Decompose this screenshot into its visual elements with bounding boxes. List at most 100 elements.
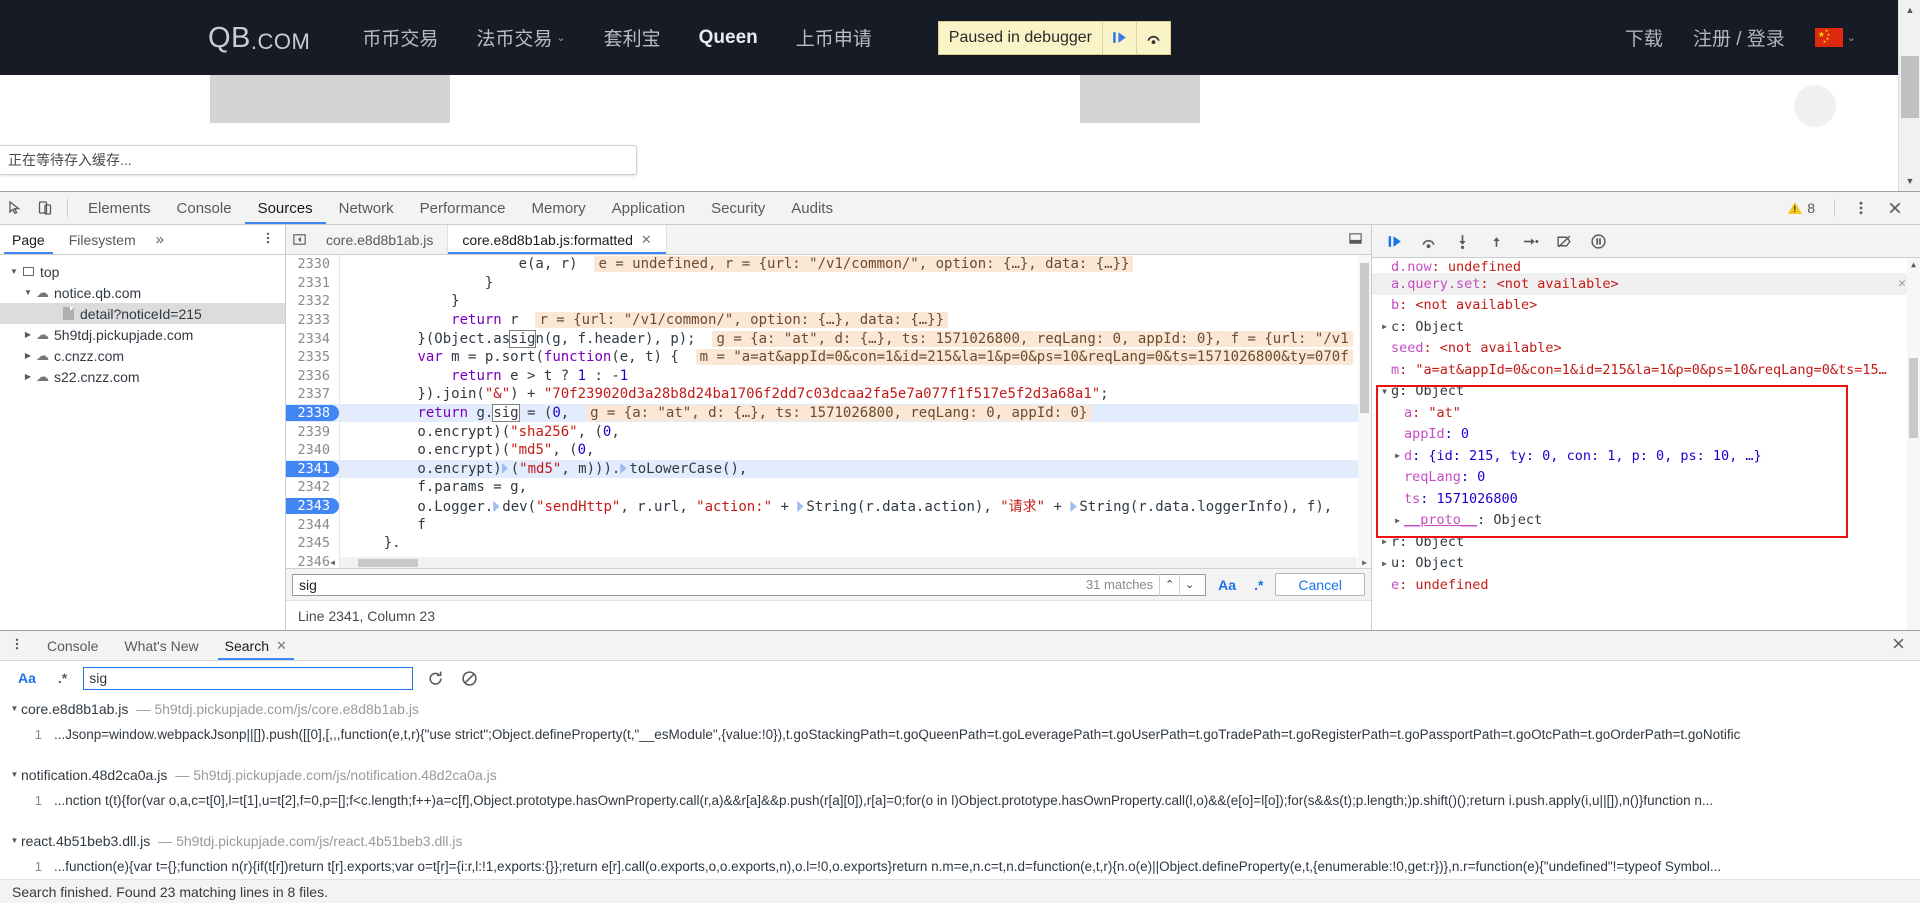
search-result-file[interactable]: ▼ notification.48d2ca0a.js — 5h9tdj.pick…: [0, 761, 1920, 788]
clear-search-icon[interactable]: [457, 666, 481, 690]
search-result-file[interactable]: ▼ core.e8d8b1ab.js — 5h9tdj.pickupjade.c…: [0, 695, 1920, 722]
scope-row[interactable]: e: undefined: [1372, 574, 1920, 596]
tree-item-s22-cnzz[interactable]: ▶ ☁ s22.cnzz.com: [0, 366, 285, 387]
search-match-case-toggle[interactable]: Aa: [12, 670, 42, 686]
debugger-scrollbar[interactable]: ▲: [1907, 258, 1920, 630]
refresh-search-icon[interactable]: [423, 666, 447, 690]
drawer-options-icon[interactable]: [0, 636, 34, 655]
tab-audits[interactable]: Audits: [778, 192, 846, 224]
scope-row[interactable]: a.query.set: <not available> ✕: [1372, 273, 1920, 295]
editor-horizontal-scrollbar[interactable]: ◀ ▶: [330, 557, 1367, 568]
navigator-tab-filesystem[interactable]: Filesystem: [57, 225, 148, 254]
expand-triangle-icon[interactable]: ▶: [1391, 451, 1404, 460]
expand-triangle-icon[interactable]: ▼: [22, 288, 34, 297]
find-regex-toggle[interactable]: .*: [1248, 577, 1269, 593]
pause-on-exceptions-button[interactable]: [1582, 228, 1614, 255]
scope-row[interactable]: ▶ c: Object: [1372, 316, 1920, 338]
tree-item-c-cnzz[interactable]: ▶ ☁ c.cnzz.com: [0, 345, 285, 366]
locale-switcher[interactable]: ★ ★ ★ ★ ★ ⌄: [1814, 28, 1856, 47]
step-into-button[interactable]: [1446, 228, 1478, 255]
tab-navigation-icon[interactable]: [286, 225, 312, 254]
find-previous-icon[interactable]: ⌃: [1159, 573, 1179, 596]
tree-item-detail-notice[interactable]: detail?noticeId=215: [0, 303, 285, 324]
expand-triangle-icon[interactable]: ▶: [1378, 322, 1391, 331]
nav-item-queen[interactable]: Queen: [699, 27, 758, 49]
nav-item-taolibao[interactable]: 套利宝: [604, 24, 661, 51]
expand-triangle-icon[interactable]: ▶: [1391, 516, 1404, 525]
collapse-triangle-icon[interactable]: ▼: [1378, 387, 1391, 396]
scope-row-g-object[interactable]: ▼ g: Object: [1372, 381, 1920, 403]
nav-item-download[interactable]: 下载: [1625, 24, 1663, 51]
drawer-tab-whats-new[interactable]: What's New: [111, 631, 211, 660]
tab-network[interactable]: Network: [326, 192, 407, 224]
device-toolbar-icon[interactable]: [30, 195, 60, 221]
search-result-file[interactable]: ▼ react.4b51beb3.dll.js — 5h9tdj.pickupj…: [0, 827, 1920, 854]
tree-item-top[interactable]: ▼ top: [0, 261, 285, 282]
page-scrollbar-thumb[interactable]: [1901, 56, 1919, 118]
drawer-tab-search[interactable]: Search ✕: [212, 631, 300, 660]
source-code-viewer[interactable]: 2330 e(a, r) e = undefined, r = {url: "/…: [286, 255, 1371, 568]
remove-watch-icon[interactable]: ✕: [1898, 276, 1906, 291]
find-next-icon[interactable]: ⌄: [1179, 573, 1199, 596]
step-out-button[interactable]: [1480, 228, 1512, 255]
tab-memory[interactable]: Memory: [519, 192, 599, 224]
expand-triangle-icon[interactable]: ▶: [22, 351, 34, 360]
scope-row[interactable]: ▶ __proto__: Object: [1372, 510, 1920, 532]
close-icon[interactable]: ✕: [276, 638, 287, 654]
collapse-triangle-icon[interactable]: ▼: [8, 836, 21, 845]
scroll-up-arrow-icon[interactable]: ▲: [1907, 258, 1920, 271]
editor-vertical-scrollbar[interactable]: [1358, 255, 1371, 568]
step-over-icon[interactable]: [1136, 21, 1170, 54]
tree-item-notice-qb-com[interactable]: ▼ ☁ notice.qb.com: [0, 282, 285, 303]
scroll-right-arrow-icon[interactable]: ▶: [1358, 557, 1371, 568]
step-button[interactable]: [1514, 228, 1546, 255]
search-input[interactable]: sig: [83, 666, 414, 690]
editor-tab-core-js-formatted[interactable]: core.e8d8b1ab.js:formatted ✕: [448, 225, 667, 254]
more-options-icon[interactable]: [1846, 195, 1876, 221]
close-icon[interactable]: ✕: [641, 232, 652, 248]
nav-item-fabi[interactable]: 法币交易 ⌄: [476, 24, 565, 51]
popout-drawer-icon[interactable]: [1340, 231, 1371, 249]
scope-row[interactable]: appId: 0: [1372, 424, 1920, 446]
search-regex-toggle[interactable]: .*: [52, 670, 73, 686]
editor-scrollbar-thumb[interactable]: [1360, 263, 1369, 413]
tab-performance[interactable]: Performance: [407, 192, 519, 224]
expand-triangle-icon[interactable]: ▼: [8, 267, 20, 276]
expand-triangle-icon[interactable]: ▶: [1378, 559, 1391, 568]
scope-row[interactable]: reqLang: 0: [1372, 467, 1920, 489]
more-tabs-icon[interactable]: »: [148, 231, 172, 248]
scope-row[interactable]: d.now: undefined: [1372, 260, 1920, 273]
scope-row[interactable]: ▶ u: Object: [1372, 553, 1920, 575]
expand-triangle-icon[interactable]: ▶: [1378, 537, 1391, 546]
scope-row[interactable]: ▶ d: {id: 215, ty: 0, con: 1, p: 0, ps: 1…: [1372, 445, 1920, 467]
search-result-line[interactable]: 1 ...nction t(t){for(var o,a,c=t[0],l=t[…: [0, 788, 1920, 813]
navigator-options-icon[interactable]: [251, 230, 285, 249]
drawer-tab-console[interactable]: Console: [34, 631, 111, 660]
nav-item-bibi[interactable]: 币币交易: [362, 24, 438, 51]
tab-console[interactable]: Console: [164, 192, 245, 224]
scope-row[interactable]: seed: <not available>: [1372, 338, 1920, 360]
warning-count-badge[interactable]: 8: [1788, 200, 1823, 216]
scope-row[interactable]: ▶ r: Object: [1372, 531, 1920, 553]
page-scrollbar[interactable]: ▲ ▼: [1898, 0, 1920, 191]
expand-triangle-icon[interactable]: ▶: [22, 330, 34, 339]
find-match-case-toggle[interactable]: Aa: [1212, 577, 1242, 593]
find-input[interactable]: sig 31 matches ⌃ ⌄: [292, 573, 1207, 596]
site-logo[interactable]: QB .COM: [208, 21, 310, 55]
tab-application[interactable]: Application: [599, 192, 698, 224]
tab-sources[interactable]: Sources: [244, 192, 326, 224]
scroll-left-arrow-icon[interactable]: ◀: [326, 557, 339, 568]
editor-tab-core-js[interactable]: core.e8d8b1ab.js: [312, 225, 449, 254]
debugger-scrollbar-thumb[interactable]: [1909, 358, 1918, 438]
deactivate-breakpoints-button[interactable]: [1548, 228, 1580, 255]
scope-variables-list[interactable]: d.now: undefined a.query.set: <not avail…: [1372, 258, 1920, 630]
scope-row[interactable]: m: "a=at&appId=0&con=1&id=215&la=1&p=0&p…: [1372, 359, 1920, 381]
scroll-up-arrow-icon[interactable]: ▲: [1899, 0, 1920, 20]
search-result-line[interactable]: 1 ...Jsonp=window.webpackJsonp||[]).push…: [0, 722, 1920, 747]
tab-security[interactable]: Security: [698, 192, 778, 224]
scope-row[interactable]: a: "at": [1372, 402, 1920, 424]
inspect-element-icon[interactable]: [0, 195, 30, 221]
nav-item-listing[interactable]: 上币申请: [796, 24, 872, 51]
scope-row[interactable]: b: <not available>: [1372, 295, 1920, 317]
nav-item-register-login[interactable]: 注册 / 登录: [1693, 24, 1785, 51]
